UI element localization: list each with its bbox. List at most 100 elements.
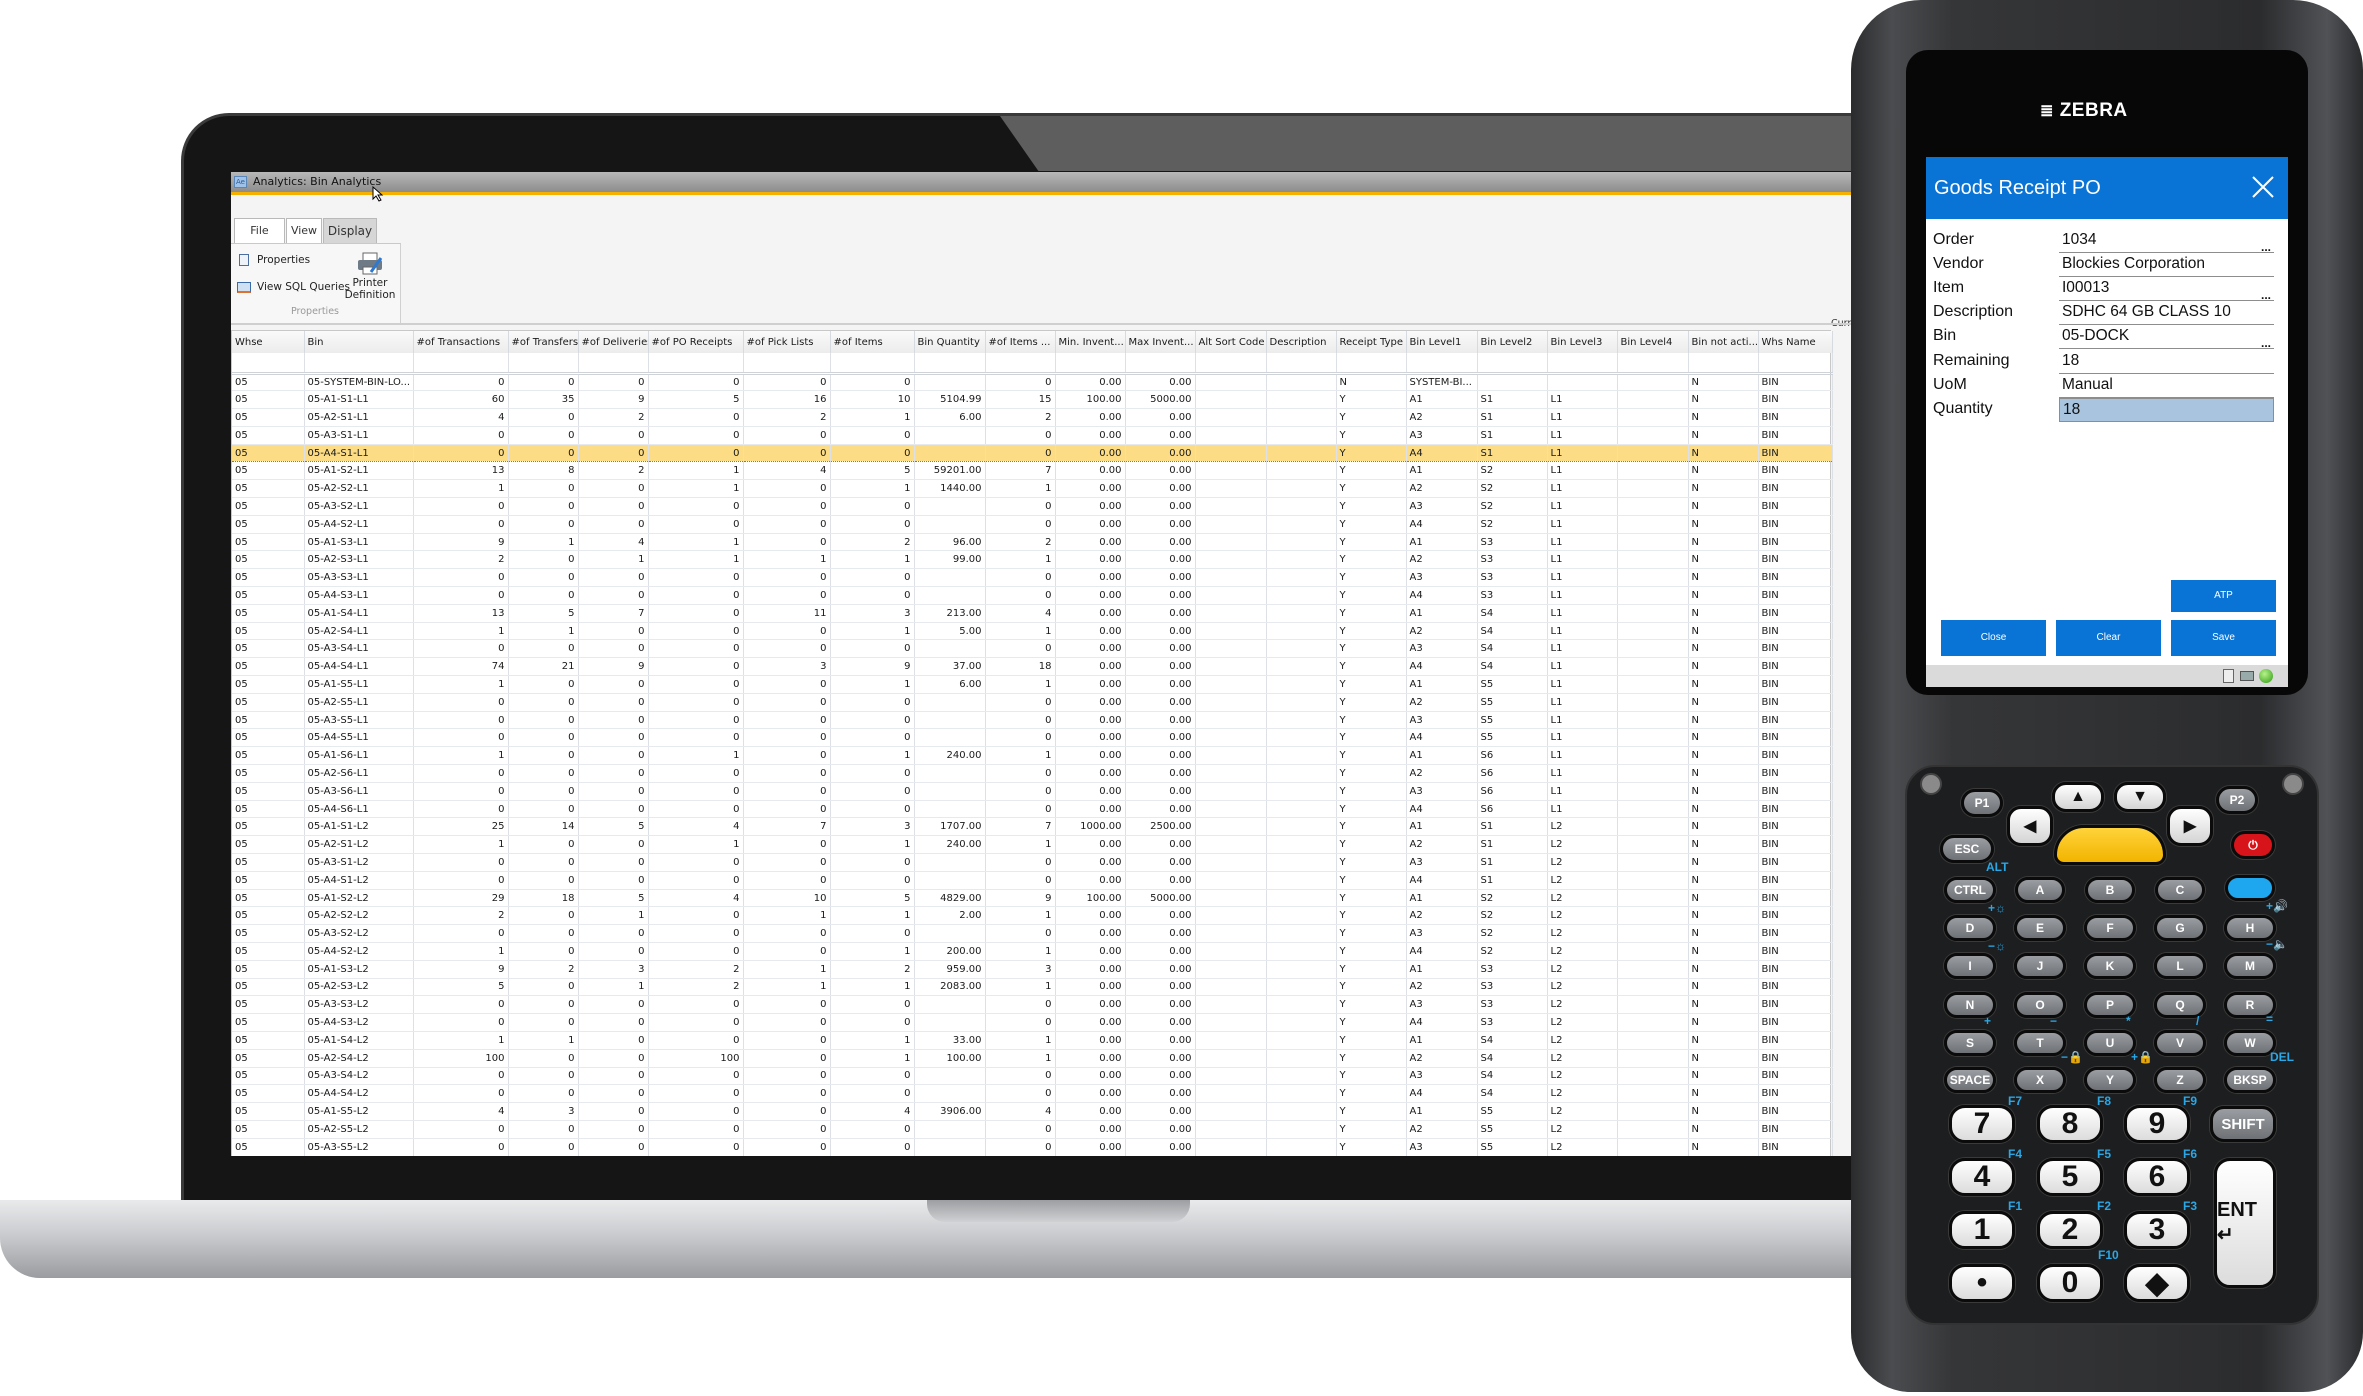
enter-key[interactable]: ENT ↵ [2214,1158,2276,1288]
filter-cell[interactable] [1688,353,1759,375]
column-header[interactable]: Whs Name [1758,331,1833,353]
table-row[interactable]: 05 05-A1-S3-L2 9 2 3 2 1 2 959.00 3 0.00 0.00 Y A1 S3 L… [232,960,1833,979]
table-row[interactable]: 05 05-A2-S2-L1 1 0 0 1 0 1 1440.00 1 0.00 0.00 Y A2 S2… [232,479,1833,499]
table-row[interactable]: 05 05-A3-S2-L2 0 0 0 0 0 0 0 0.00 0.00 Y A3 S2 L2 N BIN [232,924,1833,943]
clear-button[interactable]: Clear [2056,620,2161,656]
table-row[interactable]: 05 05-A2-S4-L2 100 0 0 100 0 1 100.00 1 0.00 0.00 Y A… [232,1049,1833,1068]
column-header[interactable]: Description [1266,331,1337,353]
key-0[interactable]: 0 [2037,1264,2103,1302]
table-row[interactable]: 05 05-A3-S2-L1 0 0 0 0 0 0 0 0.00 0.00 Y A3 S2 L1 N BIN [232,497,1833,516]
key-s[interactable]: S [1944,1030,1996,1056]
item-field[interactable]: I00013... [2059,277,2274,302]
ctrl-key[interactable]: CTRL [1944,877,1996,903]
table-row[interactable]: 05 05-A1-S2-L1 13 8 2 1 4 5 59201.00 7 0.00 0.00 Y A1… [232,461,1833,481]
table-row[interactable]: 05 05-A2-S3-L2 5 0 1 2 1 1 2083.00 1 0.00 0.00 Y A2 S3… [232,978,1833,997]
column-header[interactable]: #of PO Receipts [648,331,744,353]
column-header[interactable]: Bin not acti... [1688,331,1759,353]
table-row[interactable]: 05 05-A2-S2-L2 2 0 1 0 1 1 2.00 1 0.00 0.00 Y A2 S2 L2 N… [232,906,1833,926]
table-row[interactable]: 05 05-A1-S6-L1 1 0 0 1 0 1 240.00 1 0.00 0.00 Y A1 S6 L… [232,746,1833,766]
table-row[interactable]: 05 05-A4-S4-L1 74 21 9 0 3 9 37.00 18 0.00 0.00 Y A4 S… [232,657,1833,677]
key-3[interactable]: 3 [2124,1211,2190,1249]
table-row[interactable]: 05 05-SYSTEM-BIN-LO... 0 0 0 0 0 0 0 0.00 0.00 N SYS… [232,373,1833,392]
table-row[interactable]: 05 05-A2-S6-L1 0 0 0 0 0 0 0 0.00 0.00 Y A2 S6 L1 N BIN [232,764,1833,783]
table-row[interactable]: 05 05-A4-S4-L2 0 0 0 0 0 0 0 0.00 0.00 Y A4 S4 L2 N BIN [232,1084,1833,1104]
order-field[interactable]: 1034... [2059,229,2274,253]
filter-cell[interactable] [508,353,579,375]
p1-key[interactable]: P1 [1961,789,2003,817]
column-header[interactable]: Bin Quantity [914,331,986,353]
table-row[interactable]: 05 05-A2-S5-L1 0 0 0 0 0 0 0 0.00 0.00 Y A2 S5 L1 N BIN [232,693,1833,712]
key-k[interactable]: K [2084,953,2136,979]
key-u[interactable]: U [2084,1030,2136,1056]
save-button[interactable]: Save [2171,620,2276,656]
table-row[interactable]: 05 05-A3-S1-L2 0 0 0 0 0 0 0 0.00 0.00 Y A3 S1 L2 N BIN [232,853,1833,872]
bin-field[interactable]: 05-DOCK... [2059,325,2274,350]
key-f[interactable]: F [2084,915,2136,941]
table-row[interactable]: 05 05-A4-S6-L1 0 0 0 0 0 0 0 0.00 0.00 Y A4 S6 L1 N BIN [232,800,1833,819]
atp-button[interactable]: ATP [2171,580,2276,612]
table-row[interactable]: 05 05-A2-S3-L1 2 0 1 1 1 1 99.00 1 0.00 0.00 Y A2 S3 L1… [232,550,1833,570]
function-key[interactable] [2225,875,2275,901]
key-8[interactable]: 8 [2037,1105,2103,1143]
calculator-icon[interactable] [2223,669,2234,683]
key-9[interactable]: 9 [2124,1105,2190,1143]
table-row[interactable]: 05 05-A4-S3-L2 0 0 0 0 0 0 0 0.00 0.00 Y A4 S3 L2 N BIN [232,1013,1833,1032]
left-key[interactable]: ◀ [2007,806,2053,846]
close-icon[interactable] [2250,174,2276,200]
filter-cell[interactable] [304,353,414,375]
filter-cell[interactable] [743,353,831,375]
table-row[interactable]: 05 05-A4-S2-L1 0 0 0 0 0 0 0 0.00 0.00 Y A4 S2 L1 N BIN [232,515,1833,534]
down-key[interactable]: ▼ [2114,782,2166,812]
column-header[interactable]: #of Transactions [413,331,509,353]
printer-icon[interactable] [2240,671,2254,681]
filter-cell[interactable] [1195,353,1267,375]
remaining-field[interactable]: 18 [2059,350,2274,374]
power-key[interactable]: ⏻ [2231,831,2275,859]
table-row[interactable]: 05 05-A4-S3-L1 0 0 0 0 0 0 0 0.00 0.00 Y A4 S3 L1 N BIN [232,586,1833,605]
column-header[interactable]: Whse [232,331,305,353]
key-d[interactable]: D [1944,915,1996,941]
key-v[interactable]: V [2154,1030,2206,1056]
table-row[interactable]: 05 05-A1-S5-L2 4 3 0 0 0 4 3906.00 4 0.00 0.00 Y A1 S5… [232,1102,1833,1121]
lookup-button[interactable]: ... [2261,241,2271,253]
key-7[interactable]: 7 [1949,1105,2015,1143]
column-header[interactable]: #of Items ... [985,331,1056,353]
filter-cell[interactable] [232,353,305,375]
uom-field[interactable]: Manual [2059,374,2274,398]
key-m[interactable]: M [2224,953,2276,979]
column-header[interactable]: #of Deliveries [578,331,649,353]
c-key[interactable]: C [2155,877,2205,903]
table-row[interactable]: 05 05-A3-S4-L1 0 0 0 0 0 0 0 0.00 0.00 Y A3 S4 L1 N BIN [232,639,1833,659]
filter-cell[interactable] [830,353,915,375]
key-l[interactable]: L [2154,953,2206,979]
key-1[interactable]: 1 [1949,1211,2015,1249]
tab-display[interactable]: Display [323,218,377,243]
right-key[interactable]: ▶ [2167,806,2213,846]
key-space[interactable]: SPACE [1944,1067,1996,1093]
table-row[interactable]: 05 05-A1-S2-L2 29 18 5 4 10 5 4829.00 9 100.00 5000… [232,889,1833,908]
lookup-button[interactable]: ... [2261,289,2271,301]
key-g[interactable]: G [2154,915,2206,941]
filter-cell[interactable] [1266,353,1337,375]
column-header[interactable]: Bin Level3 [1547,331,1618,353]
description-field[interactable]: SDHC 64 GB CLASS 10 [2059,301,2274,326]
filter-cell[interactable] [1336,353,1407,375]
esc-key[interactable]: ESC [1940,835,1994,863]
column-header[interactable]: Alt Sort Code [1195,331,1267,353]
tab-view[interactable]: View [286,218,322,244]
key-t[interactable]: T [2014,1030,2066,1056]
key-i[interactable]: I [1944,953,1996,979]
column-header[interactable]: #of Items [830,331,915,353]
filter-cell[interactable] [1547,353,1618,375]
column-header[interactable]: Bin Level2 [1477,331,1548,353]
scan-key[interactable] [2054,825,2166,865]
close-button[interactable]: Close [1941,620,2046,656]
quantity-field[interactable]: 18 [2059,397,2274,422]
tab-file[interactable]: File [234,218,285,243]
filter-cell[interactable] [1406,353,1478,375]
table-row[interactable]: 05 05-A1-S4-L1 13 5 7 0 11 3 213.00 4 0.00 0.00 Y A1 S… [232,604,1833,623]
table-row[interactable]: 05 05-A1-S3-L1 9 1 4 1 0 2 96.00 2 0.00 0.00 Y A1 S3 L1… [232,533,1833,552]
table-row[interactable]: 05 05-A4-S2-L2 1 0 0 0 0 1 200.00 1 0.00 0.00 Y A4 S2 L… [232,942,1833,961]
filter-cell[interactable] [1617,353,1689,375]
column-header[interactable]: Receipt Type [1336,331,1407,353]
